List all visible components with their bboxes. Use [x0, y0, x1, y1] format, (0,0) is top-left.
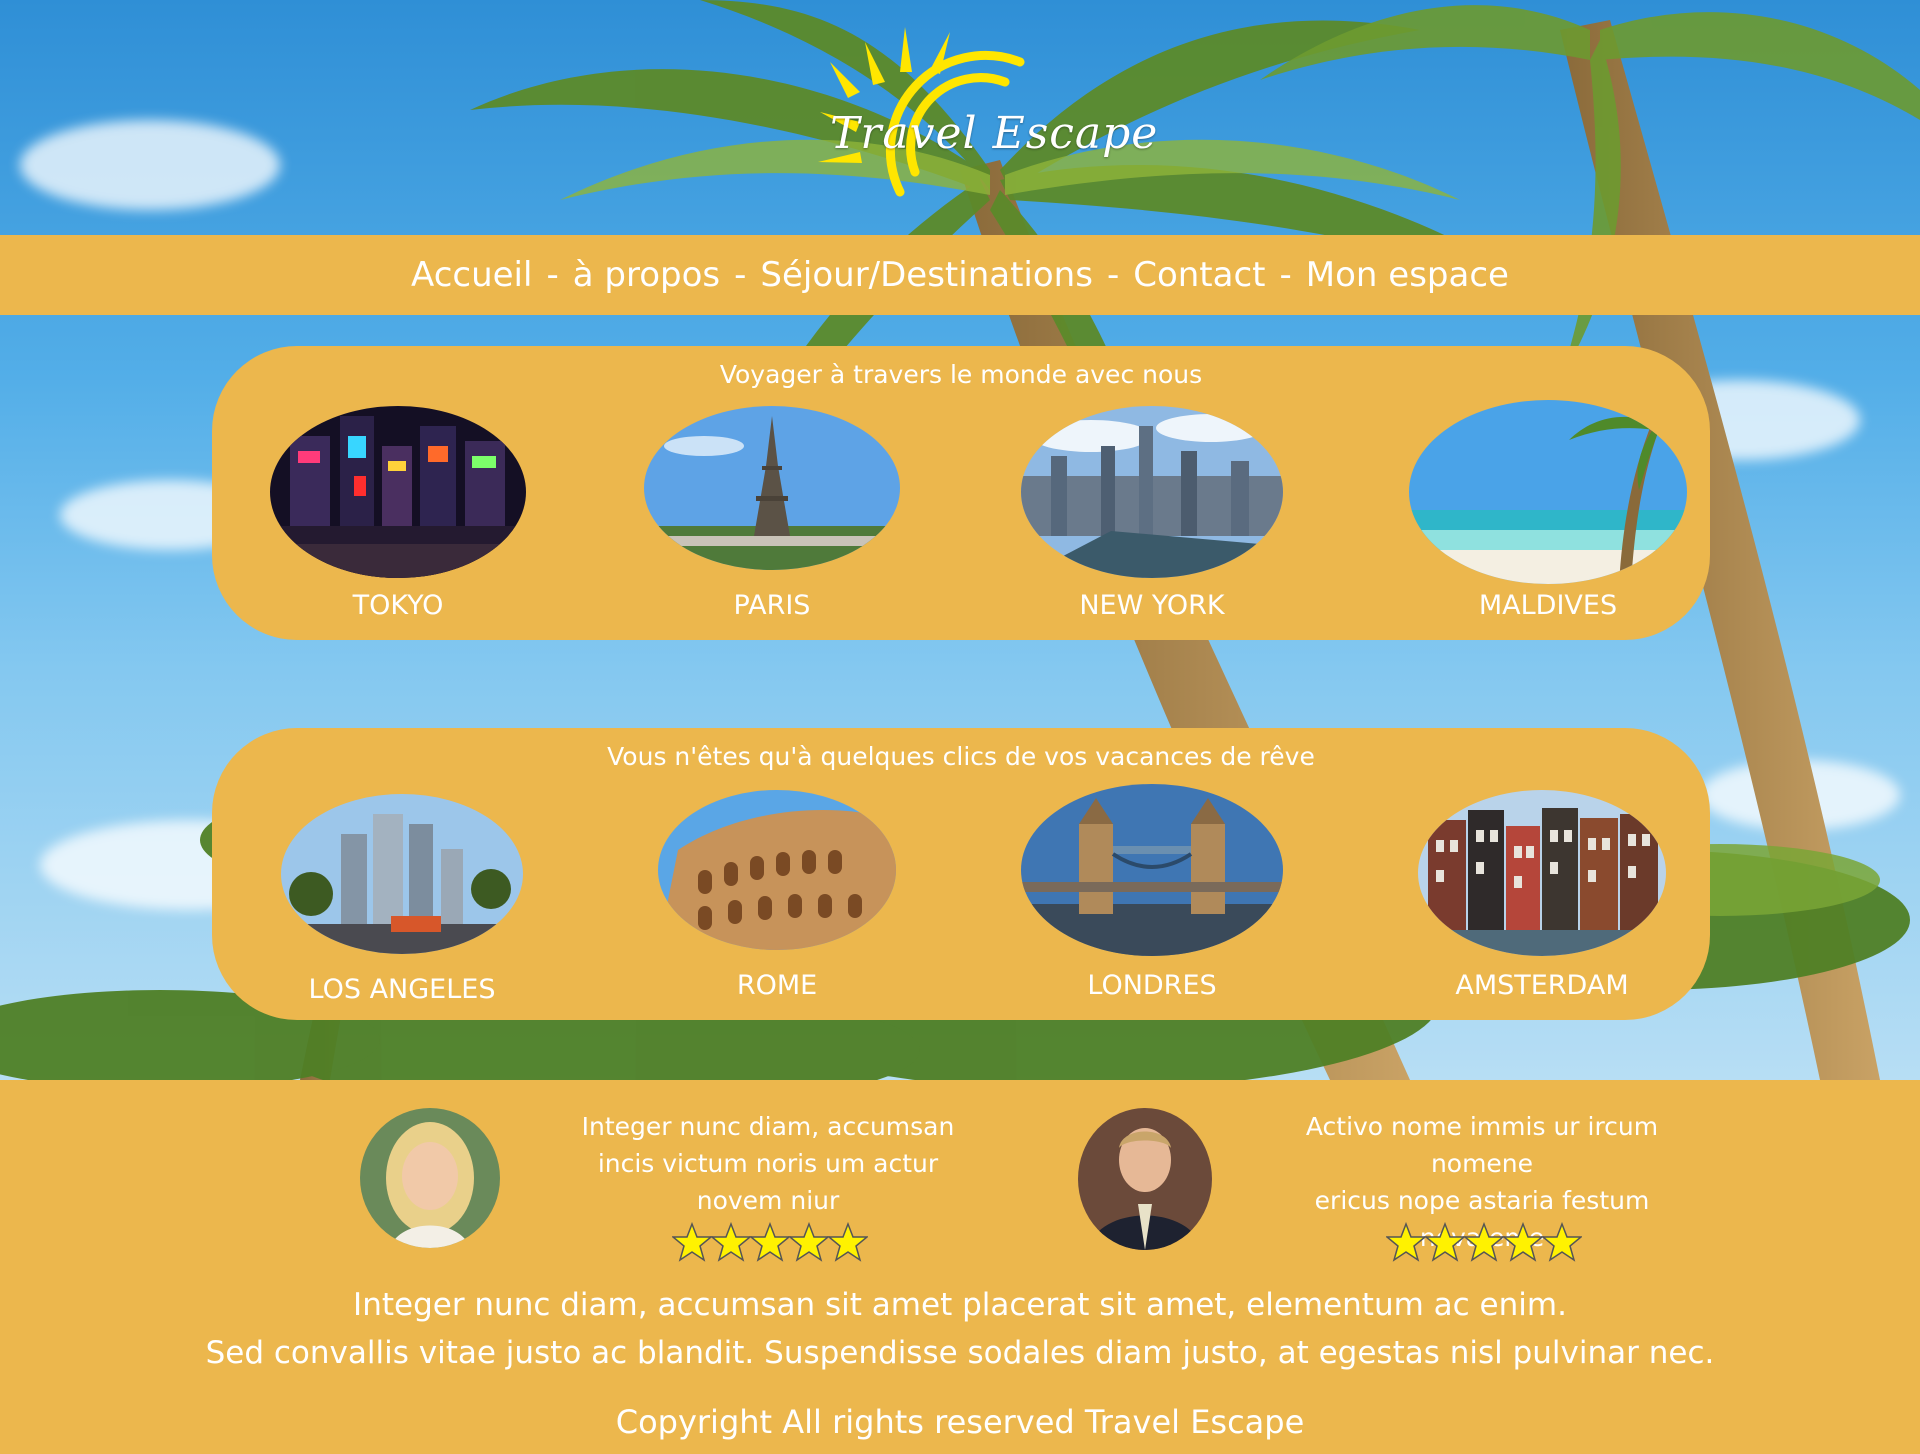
- star-icon: [1423, 1222, 1467, 1262]
- nav-separator: -: [734, 255, 747, 295]
- review-line: incis victum noris um actur: [597, 1149, 939, 1178]
- new-york-photo: [1021, 406, 1283, 578]
- londres-photo: [1021, 784, 1283, 956]
- destination-name: LOS ANGELES: [308, 974, 496, 1005]
- panel-title: Voyager à travers le monde avec nous: [719, 360, 1203, 389]
- reviewer-avatar-2: [1078, 1108, 1212, 1250]
- destination-name: ROME: [736, 970, 818, 1001]
- copyright: Copyright All rights reserved Travel Esc…: [615, 1403, 1305, 1441]
- destinations-panel-1: Voyager à travers le monde avec nous TOK…: [212, 346, 1710, 640]
- logo-text[interactable]: Travel Escape: [830, 108, 1158, 159]
- destination-name: LONDRES: [1087, 970, 1217, 1001]
- footer-text-line-1: Integer nunc diam, accumsan sit amet pla…: [353, 1287, 1567, 1323]
- los-angeles-photo: [281, 794, 523, 954]
- star-icon: [1386, 1222, 1428, 1262]
- destination-card-amsterdam[interactable]: AMSTERDAM: [1382, 790, 1702, 1001]
- destination-card-tokyo[interactable]: TOKYO: [238, 406, 558, 621]
- star-icon: [748, 1222, 792, 1262]
- destination-card-londres[interactable]: LONDRES: [992, 784, 1312, 1001]
- star-icon: [787, 1222, 831, 1262]
- review-line: Activo nome immis ur ircum nomene: [1305, 1112, 1659, 1178]
- destination-name: PARIS: [733, 590, 811, 621]
- nav-link-contact[interactable]: Contact: [1133, 255, 1265, 295]
- review-text-1: Integer nunc diam, accumsan incis victum…: [538, 1108, 998, 1219]
- rating-stars-2: [1386, 1222, 1582, 1264]
- destination-card-paris[interactable]: PARIS: [612, 406, 932, 621]
- star-icon: [709, 1222, 753, 1262]
- panel-title: Vous n'êtes qu'à quelques clics de vos v…: [607, 742, 1315, 771]
- nav-separator: -: [1279, 255, 1292, 295]
- destination-card-new-york[interactable]: NEW YORK: [992, 406, 1312, 621]
- rome-photo: [658, 790, 896, 950]
- destination-name: AMSTERDAM: [1455, 970, 1629, 1001]
- destination-card-los-angeles[interactable]: LOS ANGELES: [242, 794, 562, 1005]
- rating-stars-1: [672, 1222, 868, 1264]
- destination-card-rome[interactable]: ROME: [617, 790, 937, 1001]
- nav-link-sejour-destinations[interactable]: Séjour/Destinations: [760, 255, 1093, 295]
- amsterdam-photo: [1418, 790, 1666, 956]
- destination-name: NEW YORK: [1079, 590, 1225, 621]
- star-icon: [1462, 1222, 1506, 1262]
- nav-link-mon-espace[interactable]: Mon espace: [1306, 255, 1509, 295]
- star-icon: [1540, 1222, 1582, 1262]
- maldives-photo: [1409, 400, 1687, 584]
- destinations-panel-2: Vous n'êtes qu'à quelques clics de vos v…: [212, 728, 1710, 1020]
- destination-name: TOKYO: [352, 590, 444, 621]
- paris-photo: [644, 406, 900, 570]
- nav-separator: -: [1106, 255, 1120, 295]
- main-navigation: Accueil - à propos - Séjour/Destinations…: [0, 235, 1920, 315]
- destination-name: MALDIVES: [1478, 590, 1618, 621]
- review-line: ericus nope astaria festum: [1314, 1186, 1650, 1215]
- nav-link-accueil[interactable]: Accueil: [411, 255, 532, 295]
- destination-card-maldives[interactable]: MALDIVES: [1388, 400, 1708, 621]
- review-line: Integer nunc diam, accumsan: [581, 1112, 955, 1141]
- star-icon: [826, 1222, 868, 1262]
- tokyo-photo: [270, 406, 526, 578]
- star-icon: [672, 1222, 714, 1262]
- review-line: novem niur: [696, 1186, 840, 1215]
- footer-text-line-2: Sed convallis vitae justo ac blandit. Su…: [205, 1335, 1715, 1371]
- star-icon: [1501, 1222, 1545, 1262]
- reviewer-avatar-1: [360, 1108, 500, 1248]
- nav-separator: -: [546, 255, 559, 295]
- nav-link-a-propos[interactable]: à propos: [573, 255, 720, 295]
